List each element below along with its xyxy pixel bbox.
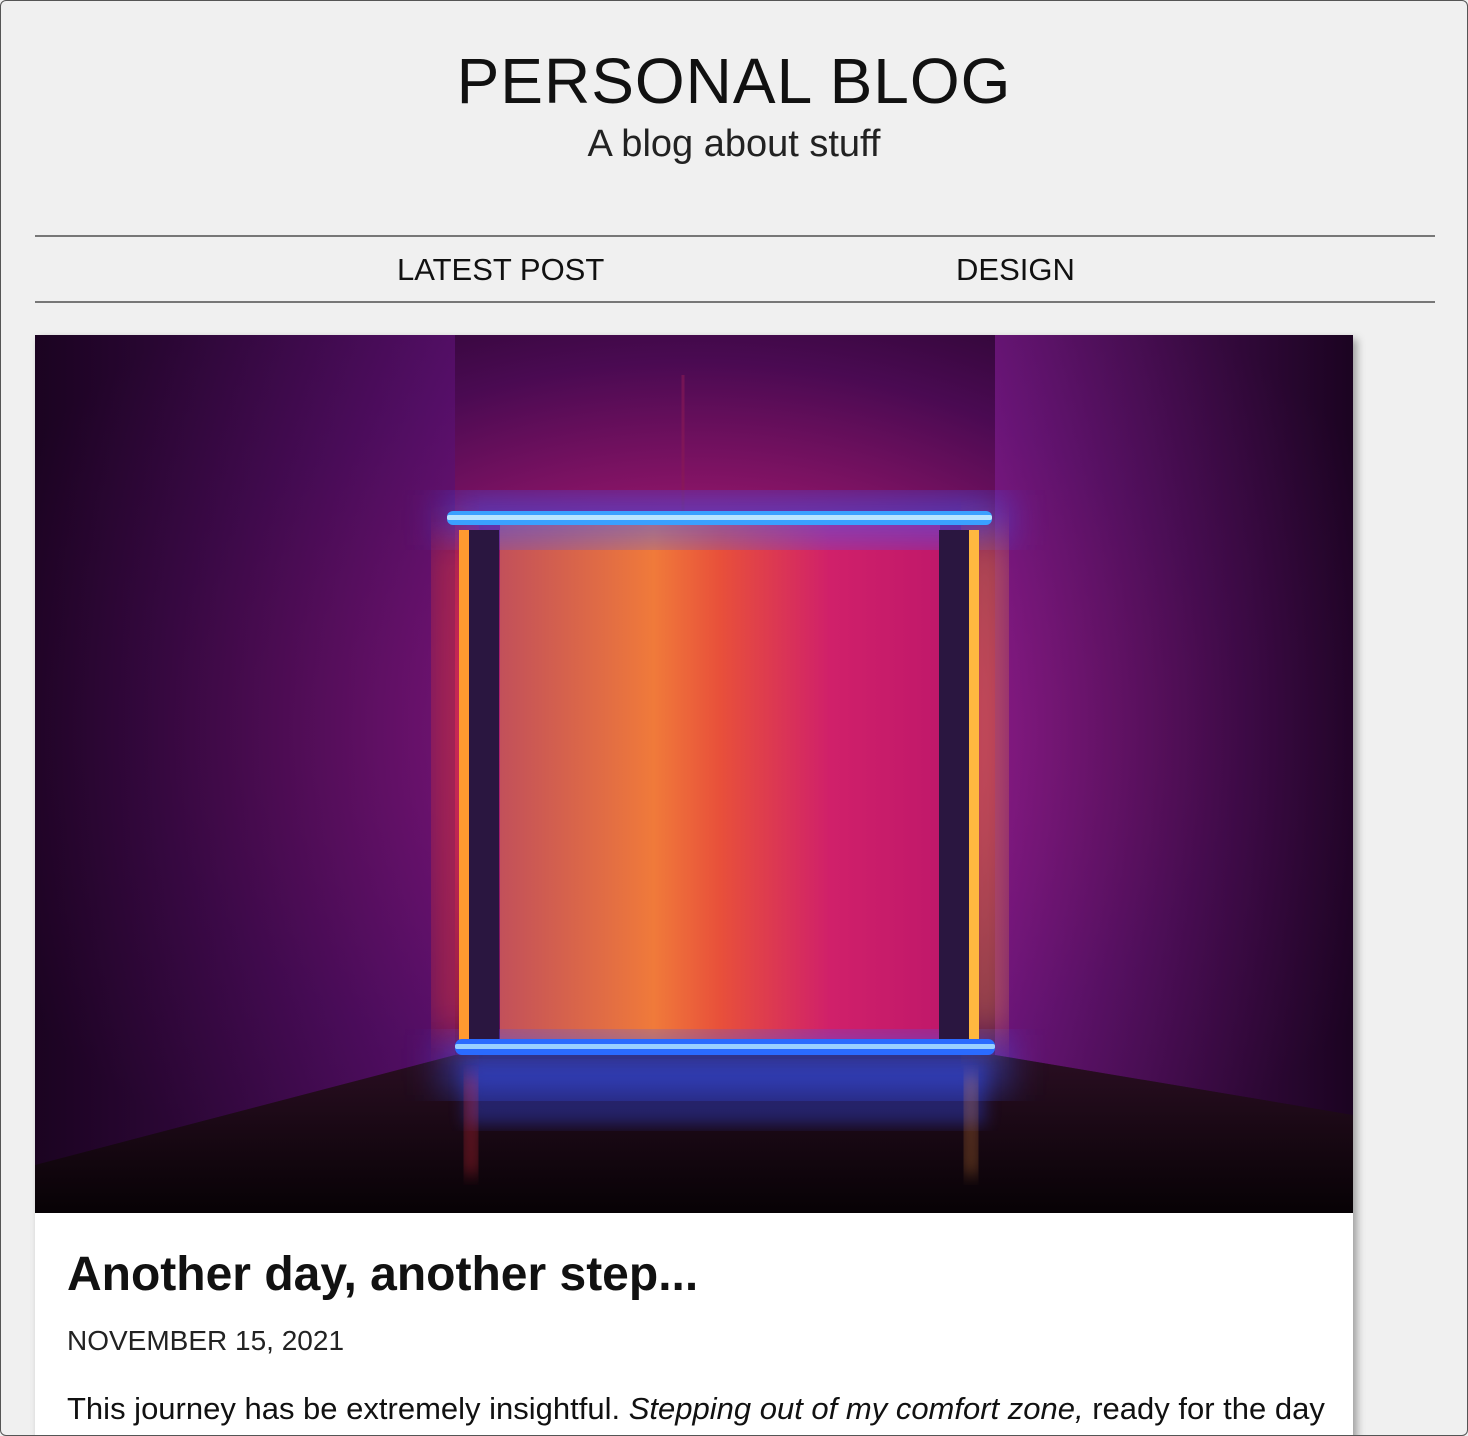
post-excerpt: This journey has be extremely insightful… bbox=[67, 1389, 1327, 1429]
post-excerpt-start: This journey has be extremely insightful… bbox=[67, 1391, 629, 1426]
post-hero-image[interactable] bbox=[35, 335, 1353, 1213]
site-title[interactable]: PERSONAL BLOG bbox=[1, 41, 1467, 121]
main-nav: LATEST POST DESIGN bbox=[35, 235, 1435, 303]
nav-item-latest-post[interactable]: LATEST POST bbox=[397, 237, 604, 301]
post-date: NOVEMBER 15, 2021 bbox=[67, 1325, 345, 1356]
post-excerpt-end: ready for the day bbox=[1083, 1391, 1325, 1426]
post-excerpt-italic: Stepping out of my comfort zone, bbox=[628, 1391, 1084, 1426]
nav-item-design[interactable]: DESIGN bbox=[956, 237, 1075, 301]
browser-frame: PERSONAL BLOG A blog about stuff LATEST … bbox=[0, 0, 1468, 1436]
post-title[interactable]: Another day, another step... bbox=[67, 1245, 698, 1305]
site-subtitle: A blog about stuff bbox=[587, 123, 881, 165]
post-card: Another day, another step... NOVEMBER 15… bbox=[35, 335, 1353, 1435]
